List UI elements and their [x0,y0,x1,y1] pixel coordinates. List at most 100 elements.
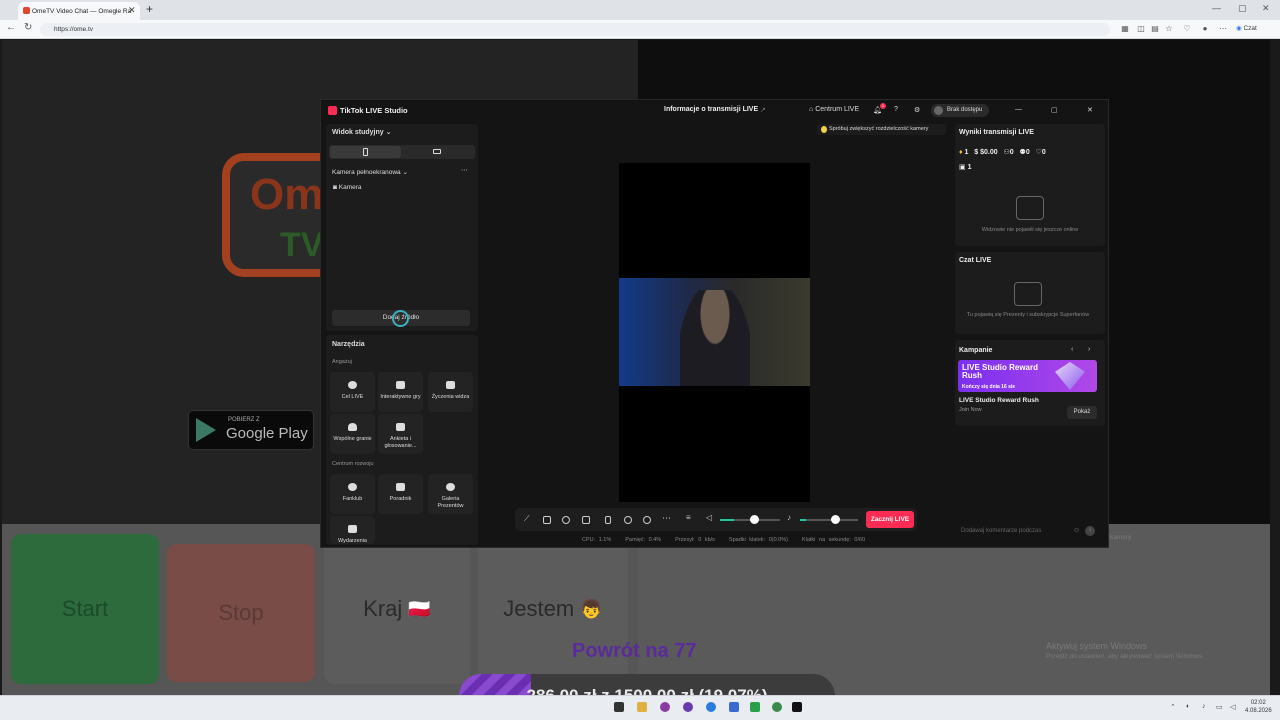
centrum-live-button[interactable]: ⌂ Centrum LIVE [809,106,859,113]
magic-icon[interactable]: ⟋ [524,514,532,523]
translate-icon[interactable]: ◫ [1136,24,1146,34]
google-play-icon [196,418,216,442]
cursor-highlight [392,310,409,327]
tiktok-icon[interactable] [792,702,802,712]
taskbar-app-icon[interactable] [614,702,624,712]
record-icon[interactable] [624,516,632,524]
scene-label: Kamera pełnoekranowa [332,169,401,176]
omegle-favicon-icon [23,7,30,14]
camera-source[interactable]: ◙ Kamera [333,184,362,191]
stream-info-title[interactable]: Informacje o transmisji LIVE [664,106,758,113]
tool-guide[interactable]: Poradnik [378,474,423,514]
user-icon [348,423,357,431]
emoji-icon[interactable]: ☺ [1073,527,1080,534]
tool-viewer-wishes[interactable]: Życzenia widza [428,372,473,412]
close-window-button[interactable]: ✕ [1262,3,1270,14]
tray-chevron-icon[interactable]: ⌃ [1170,703,1176,711]
network-icon[interactable]: ▭ [1216,703,1223,711]
new-tab-button[interactable]: + [146,2,153,16]
effects-icon[interactable] [562,516,570,524]
microphone-tray-icon[interactable]: ♪ [1202,703,1206,710]
microphone-icon[interactable]: ♪ [787,513,791,522]
tool-poll[interactable]: Ankieta i głosowanie... [378,414,423,454]
tool-live-goal[interactable]: Cel LIVE [330,372,375,412]
stop-button[interactable]: Stop [167,544,315,682]
taskbar-app-icon[interactable] [772,702,782,712]
more-icon[interactable]: ⋯ [662,513,671,524]
windows-activation-subtitle: Przejdź do ustawień, aby aktywować syste… [1046,653,1205,660]
tt-maximize-button[interactable]: ▢ [1051,106,1058,114]
notification-badge: 1 [880,103,886,109]
minimize-button[interactable]: — [1212,3,1221,13]
favorite-icon[interactable]: ☆ [1164,24,1174,34]
access-badge[interactable]: Brak dostępu [931,104,989,117]
share-icon[interactable]: ↗ [760,106,766,114]
country-button[interactable]: Kraj 🇵🇱 [324,534,470,684]
mic-knob[interactable] [831,515,840,524]
return-overlay-text: Powrót na 77 [572,640,697,662]
volume-fill [720,519,734,521]
settings-icon[interactable]: ⚙ [914,106,920,114]
screen-share-icon[interactable] [582,516,590,524]
tool-label: Wydarzenia [338,538,367,544]
browser-tab[interactable]: OmeTV Video Chat — Omegle Ra ✕ [18,2,140,20]
send-icon[interactable]: ↑ [1085,526,1095,536]
file-explorer-icon[interactable] [637,702,647,712]
more-options-icon[interactable]: ⋯ [461,166,468,174]
tt-minimize-button[interactable]: — [1015,106,1022,113]
engage-section-label: Angażuj [332,359,352,365]
camera-person-image [680,290,750,386]
prev-campaign-icon[interactable]: ‹ [1071,346,1073,353]
profile-avatar-icon[interactable]: ● [1200,24,1210,34]
tool-interactive-games[interactable]: Interaktywne gry [378,372,423,412]
edge-icon[interactable] [706,702,716,712]
tool-fanclub[interactable]: Fanklub [330,474,375,514]
tool-coop-play[interactable]: Wspólne granie [330,414,375,454]
scene-dropdown[interactable]: Kamera pełnoekranowa ⌄ [332,168,408,176]
start-button[interactable]: Start [11,534,159,684]
layout-icon[interactable] [543,516,551,524]
adjust-icon[interactable]: ≡ [686,513,691,522]
tool-events[interactable]: Wydarzenia [330,516,375,544]
help-icon[interactable]: ? [894,106,898,113]
next-campaign-icon[interactable]: › [1088,346,1090,353]
tool-gift-gallery[interactable]: Galeria Prezentów [428,474,473,514]
copilot-chat-label[interactable]: ◉ Czat [1236,24,1257,32]
gift-icon [446,381,455,389]
show-campaign-button[interactable]: Pokaż [1067,406,1097,419]
collections-icon[interactable]: ♡ [1182,24,1192,34]
studio-view-dropdown[interactable]: Widok studyjny ⌄ [332,128,392,136]
mic-slider[interactable] [800,519,858,521]
extension-icon[interactable]: ▦ [1120,24,1130,34]
portrait-tab[interactable] [330,146,401,158]
taskbar-app-icon[interactable] [729,702,739,712]
speaker-icon[interactable]: ◁ [706,513,712,522]
phone-icon[interactable] [605,516,611,524]
volume-icon[interactable]: ◁ [1230,703,1235,711]
reload-icon[interactable]: ↻ [24,22,32,33]
go-live-button[interactable]: Zacznij LIVE [866,511,914,528]
poll-icon [396,423,405,431]
chat-empty-text: Tu pojawią się Prezenty i subskrypcje Su… [966,312,1090,318]
taskbar-app-icon[interactable] [750,702,760,712]
menu-icon[interactable]: ⋯ [1218,24,1228,34]
volume-knob[interactable] [750,515,759,524]
url-field[interactable]: https://ome.tv [40,23,1110,36]
country-label: Kraj [363,596,403,621]
tab-close-icon[interactable]: ✕ [128,5,136,16]
taskbar-app-icon[interactable] [660,702,670,712]
maximize-button[interactable]: ▢ [1238,3,1247,14]
tray-app-icon[interactable]: ◐ [1186,703,1190,710]
taskbar-app-icon[interactable] [683,702,693,712]
landscape-tab[interactable] [433,149,441,154]
replay-icon[interactable] [643,516,651,524]
tt-close-button[interactable]: ✕ [1087,106,1093,114]
back-icon[interactable]: ← [6,22,16,33]
tool-label: Cel LIVE [341,394,364,400]
gift-box-icon: ▣ [959,164,966,171]
chevron-down-icon: ⌄ [385,129,392,136]
taskbar-clock[interactable]: 02:02 4.08.2026 [1245,699,1272,715]
reading-icon[interactable]: ▤ [1150,24,1160,34]
banner-title: LIVE Studio Reward Rush [962,363,1039,380]
resolution-hint[interactable]: Spróbuj zwiększyć rozdzielczość kamery [817,124,946,135]
